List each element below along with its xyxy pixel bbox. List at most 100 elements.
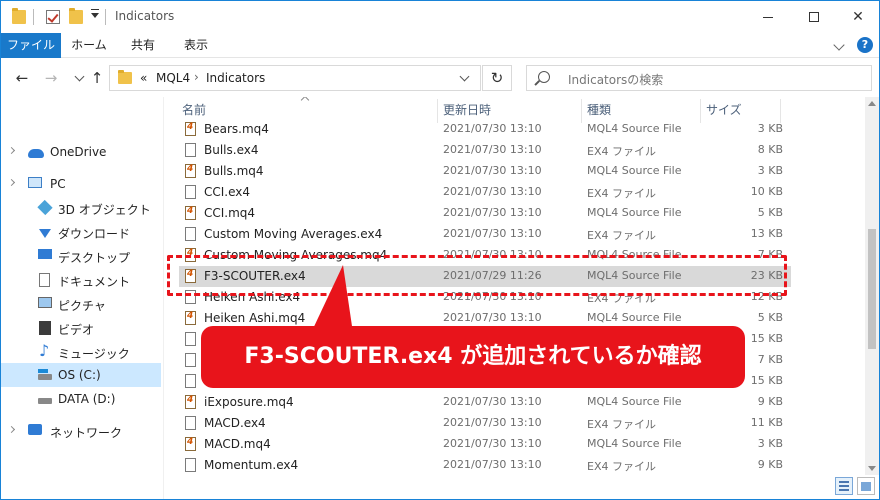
file-type: EX4 ファイル (587, 145, 656, 158)
scroll-down-icon[interactable] (868, 466, 876, 471)
folder-icon[interactable] (12, 8, 26, 24)
maximize-button[interactable] (791, 1, 837, 33)
file-row[interactable]: Bulls.mq4 2021/07/30 13:10 MQL4 Source Fil… (179, 161, 791, 182)
up-arrow-icon: ↑ (90, 69, 104, 87)
file-row[interactable]: MACD.mq4 2021/07/30 13:10 MQL4 Source File… (179, 434, 791, 455)
file-name: Bears.mq4 (204, 122, 269, 136)
sidebar-item-videos[interactable]: ビデオ (1, 316, 161, 340)
forward-button[interactable]: → (41, 69, 61, 87)
address-dropdown-icon[interactable] (459, 71, 470, 82)
file-name: Bulls.ex4 (204, 143, 259, 157)
tab-view[interactable]: 表示 (169, 33, 223, 58)
search-box[interactable]: Indicatorsの検索 (526, 65, 872, 91)
file-size: 3 KB (757, 122, 783, 135)
windows-logo-icon (38, 369, 48, 373)
picture-icon (38, 297, 52, 308)
expand-ribbon-icon[interactable] (833, 39, 845, 51)
sidebar-item-3d-objects[interactable]: 3D オブジェクト (1, 196, 161, 220)
sidebar-item-label: ネットワーク (50, 426, 123, 440)
file-type: EX4 ファイル (587, 187, 656, 200)
column-header-size[interactable]: サイズ (706, 101, 742, 118)
navigation-bar: ← → ↑ « MQL4 › Indicators ↻ Indicatorsの検… (1, 59, 879, 97)
window-title: Indicators (115, 9, 175, 23)
sidebar-item-pc[interactable]: PC (1, 172, 161, 196)
network-icon (28, 424, 42, 435)
download-icon (39, 229, 51, 238)
details-view-button[interactable] (835, 477, 853, 495)
help-icon[interactable]: ? (857, 37, 873, 53)
sidebar-item-label: OneDrive (50, 145, 107, 159)
column-header-date[interactable]: 更新日時 (443, 101, 491, 118)
ex4-file-icon (185, 185, 196, 199)
file-name: MACD.mq4 (204, 437, 271, 451)
pc-icon (28, 177, 42, 188)
tab-file[interactable]: ファイル (1, 33, 61, 58)
file-size: 13 KB (750, 227, 783, 240)
sidebar-item-os-c[interactable]: OS (C:) (1, 363, 161, 387)
expand-icon[interactable] (7, 146, 16, 155)
file-type: EX4 ファイル (587, 418, 656, 431)
mq4-file-icon (185, 395, 196, 409)
expand-icon[interactable] (7, 178, 16, 187)
column-header-name[interactable]: 名前 (182, 101, 206, 118)
sidebar-item-network[interactable]: ネットワーク (1, 419, 161, 443)
sidebar-item-downloads[interactable]: ダウンロード (1, 220, 161, 244)
title-bar: Indicators ✕ (1, 1, 879, 33)
ex4-file-icon (185, 143, 196, 157)
file-size: 7 KB (757, 353, 783, 366)
sidebar-item-label: ダウンロード (58, 227, 131, 241)
callout-text: F3-SCOUTER.ex4 が追加されているか確認 (244, 344, 702, 369)
sidebar-item-documents[interactable]: ドキュメント (1, 268, 161, 292)
up-button[interactable]: ↑ (87, 69, 107, 87)
file-row[interactable]: CCI.ex4 2021/07/30 13:10 EX4 ファイル 10 KB (179, 182, 791, 203)
file-row[interactable]: CCI.mq4 2021/07/30 13:10 MQL4 Source File 5… (179, 203, 791, 224)
file-row[interactable]: Custom Moving Averages.ex4 2021/07/30 13:… (179, 224, 791, 245)
document-icon (39, 273, 50, 287)
vertical-scrollbar[interactable] (865, 97, 879, 475)
refresh-button[interactable]: ↻ (482, 65, 512, 91)
ribbon-tabs: ファイル ホーム 共有 表示 ? (1, 33, 879, 58)
recent-locations-dropdown-icon[interactable] (74, 71, 85, 82)
search-input[interactable]: Indicatorsの検索 (568, 71, 663, 88)
file-row[interactable]: MACD.ex4 2021/07/30 13:10 EX4 ファイル 11 KB (179, 413, 791, 434)
file-row[interactable]: Bulls.ex4 2021/07/30 13:10 EX4 ファイル 8 KB (179, 140, 791, 161)
large-icons-view-button[interactable] (857, 477, 875, 495)
expand-icon[interactable] (7, 425, 16, 434)
sidebar-item-music[interactable]: ♪ ミュージック (1, 340, 161, 364)
address-bar[interactable]: « MQL4 › Indicators (109, 65, 481, 91)
sidebar-item-onedrive[interactable]: OneDrive (1, 140, 161, 164)
file-date: 2021/07/30 13:10 (443, 206, 542, 219)
close-button[interactable]: ✕ (835, 1, 880, 33)
sidebar-item-data-d[interactable]: DATA (D:) (1, 387, 161, 411)
sidebar-item-pictures[interactable]: ピクチャ (1, 292, 161, 316)
properties-icon[interactable] (46, 10, 60, 24)
column-header-type[interactable]: 種類 (587, 101, 611, 118)
file-type: EX4 ファイル (587, 229, 656, 242)
mq4-file-icon (185, 164, 196, 178)
back-button[interactable]: ← (12, 69, 32, 87)
file-name: Momentum.ex4 (204, 458, 299, 472)
ex4-file-icon (185, 227, 196, 241)
breadcrumb-mql4[interactable]: MQL4 (156, 71, 190, 85)
file-row[interactable]: iExposure.mq4 2021/07/30 13:10 MQL4 Source… (179, 392, 791, 413)
file-row[interactable]: Bears.mq4 2021/07/30 13:10 MQL4 Source Fil… (179, 119, 791, 140)
tab-home[interactable]: ホーム (61, 33, 117, 58)
new-folder-icon[interactable] (69, 8, 83, 24)
file-name: CCI.ex4 (204, 185, 251, 199)
file-row[interactable]: Momentum.ex4 2021/07/30 13:10 EX4 ファイル 9 KB (179, 455, 791, 476)
file-date: 2021/07/30 13:10 (443, 416, 542, 429)
file-date: 2021/07/30 13:10 (443, 164, 542, 177)
drive-icon (38, 374, 52, 380)
breadcrumb-indicators[interactable]: Indicators (206, 71, 265, 85)
tab-share[interactable]: 共有 (117, 33, 169, 58)
cloud-icon (28, 149, 44, 158)
file-size: 10 KB (750, 185, 783, 198)
address-root-chevron[interactable]: « (140, 71, 147, 85)
close-icon: ✕ (852, 9, 864, 25)
scroll-up-icon[interactable] (868, 101, 876, 106)
minimize-button[interactable] (745, 1, 791, 33)
sidebar-item-desktop[interactable]: デスクトップ (1, 244, 161, 268)
quick-access-dropdown-icon[interactable] (91, 9, 99, 18)
title-separator (105, 9, 106, 25)
scrollbar-thumb[interactable] (868, 229, 876, 349)
